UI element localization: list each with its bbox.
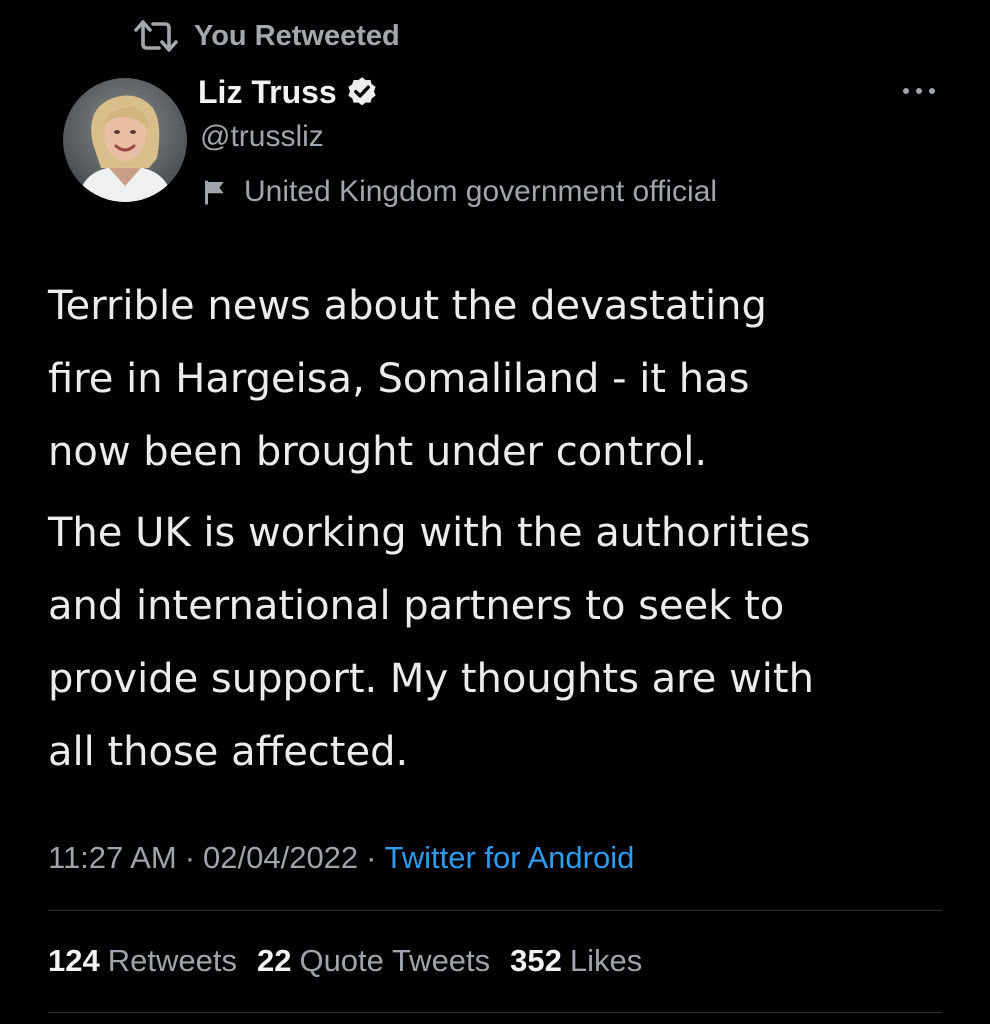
- retweets-count: 124: [48, 943, 100, 978]
- retweet-icon: [132, 18, 194, 54]
- divider: [48, 1012, 942, 1013]
- tweet-line: provide support. My thoughts are with: [48, 656, 814, 702]
- retweet-context-text: You Retweeted: [194, 19, 400, 52]
- tweet-line: fire in Hargeisa, Somaliland - it has: [48, 356, 750, 402]
- meta-separator: ·: [366, 840, 377, 875]
- avatar[interactable]: [63, 78, 187, 202]
- author-name[interactable]: Liz Truss: [198, 74, 337, 111]
- author-handle[interactable]: @trussliz: [200, 120, 324, 154]
- more-options-icon[interactable]: [898, 76, 940, 106]
- quote-tweets-label: Quote Tweets: [299, 943, 491, 978]
- tweet-line: and international partners to seek to: [48, 583, 785, 629]
- tweet-time[interactable]: 11:27 AM: [48, 840, 177, 876]
- tweet-source-link[interactable]: Twitter for Android: [385, 840, 635, 876]
- tweet-paragraph: The UK is working with the authorities a…: [48, 497, 968, 789]
- likes-stat[interactable]: 352 Likes: [510, 943, 642, 979]
- retweets-label: Retweets: [107, 943, 237, 978]
- quote-tweets-stat[interactable]: 22 Quote Tweets: [257, 943, 490, 979]
- tweet-text: Terrible news about the devastating fire…: [48, 270, 968, 789]
- meta-separator: ·: [184, 840, 196, 875]
- likes-count: 352: [510, 943, 562, 978]
- verified-badge-icon: [337, 75, 379, 109]
- tweet-line: Terrible news about the devastating: [48, 283, 767, 329]
- tweet-date[interactable]: 02/04/2022: [203, 840, 358, 876]
- divider: [48, 910, 942, 911]
- tweet-paragraph: Terrible news about the devastating fire…: [48, 270, 968, 489]
- account-label-text: United Kingdom government official: [244, 175, 718, 208]
- flag-icon: [200, 177, 244, 207]
- retweet-context: You Retweeted: [132, 16, 400, 56]
- retweets-stat[interactable]: 124 Retweets: [48, 943, 237, 979]
- tweet-meta: 11:27 AM · 02/04/2022 · Twitter for Andr…: [48, 836, 634, 880]
- tweet-line: The UK is working with the authorities: [48, 510, 811, 556]
- tweet-stats: 124 Retweets 22 Quote Tweets 352 Likes: [48, 938, 662, 984]
- quote-tweets-count: 22: [256, 943, 292, 978]
- account-label[interactable]: United Kingdom government official: [200, 172, 717, 212]
- author-name-row[interactable]: Liz Truss: [198, 70, 379, 114]
- tweet-line: all those affected.: [48, 729, 409, 775]
- tweet-line: now been brought under control.: [48, 429, 708, 475]
- likes-label: Likes: [569, 943, 643, 978]
